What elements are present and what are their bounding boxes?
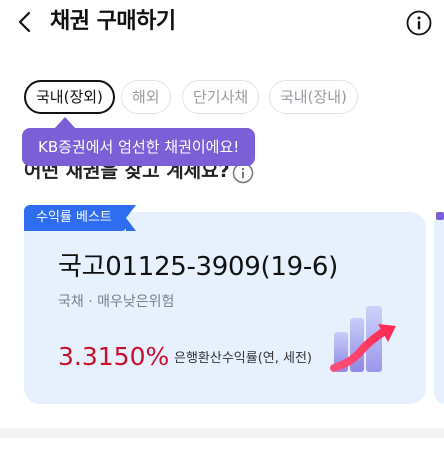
best-yield-badge: 수익률 베스트 xyxy=(24,205,126,231)
section-divider xyxy=(0,428,444,438)
back-button[interactable] xyxy=(12,8,40,36)
chevron-left-icon xyxy=(18,11,31,33)
filter-chip-short-term[interactable]: 단기사채 xyxy=(182,80,260,114)
next-card-badge xyxy=(436,212,444,220)
info-icon xyxy=(406,10,432,36)
badge-tail xyxy=(126,205,136,231)
bond-name: 국고01125-3909(19-6) xyxy=(58,252,338,282)
filter-chip-domestic-otc[interactable]: 국내(장외) xyxy=(24,80,115,114)
filter-chip-domestic-exchange[interactable]: 국내(장내) xyxy=(269,80,358,114)
filter-chip-overseas[interactable]: 해외 xyxy=(121,80,171,114)
bond-meta: 국채 · 매우낮은위험 xyxy=(58,294,175,310)
bond-rate: 3.3150% xyxy=(58,342,170,371)
next-bond-card[interactable] xyxy=(434,212,444,404)
rate-label: 은행환산수익률(연, 세전) xyxy=(174,351,313,366)
rising-chart-icon xyxy=(330,306,396,372)
tooltip: KB증권에서 엄선한 채권이에요! xyxy=(22,128,256,166)
info-button[interactable] xyxy=(406,10,432,36)
page-title: 채권 구매하기 xyxy=(50,9,176,34)
